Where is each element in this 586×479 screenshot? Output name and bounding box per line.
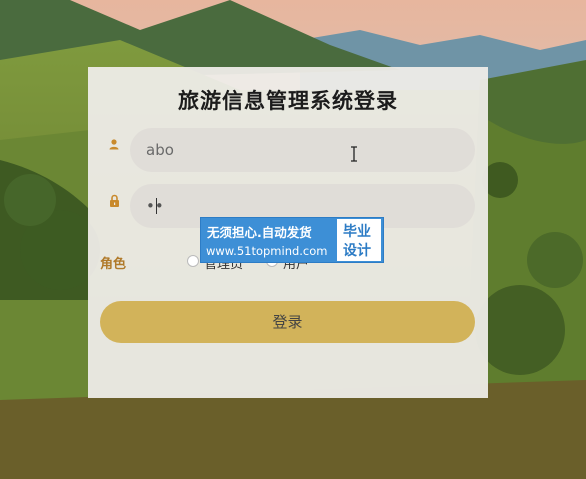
- lock-icon: [110, 194, 119, 207]
- watermark-url: www.51topmind.com: [206, 244, 328, 258]
- watermark-badge-line2: 设计: [343, 243, 371, 259]
- password-value: ••: [146, 197, 164, 215]
- username-value: abo: [146, 141, 174, 159]
- text-caret: [156, 198, 157, 214]
- login-button[interactable]: 登录: [100, 301, 475, 343]
- text-cursor-icon: [351, 146, 357, 162]
- watermark-banner: 无须担心.自动发货 www.51topmind.com 毕业 设计: [200, 217, 384, 263]
- login-title: 旅游信息管理系统登录: [178, 89, 398, 113]
- username-field[interactable]: abo: [130, 128, 475, 172]
- watermark-badge: 毕业 设计: [337, 219, 381, 261]
- watermark-text: 无须担心.自动发货: [207, 225, 312, 240]
- watermark-badge-line1: 毕业: [343, 224, 371, 240]
- role-label: 角色: [100, 257, 127, 272]
- role-radio-admin[interactable]: [187, 255, 199, 267]
- user-icon: [109, 139, 119, 150]
